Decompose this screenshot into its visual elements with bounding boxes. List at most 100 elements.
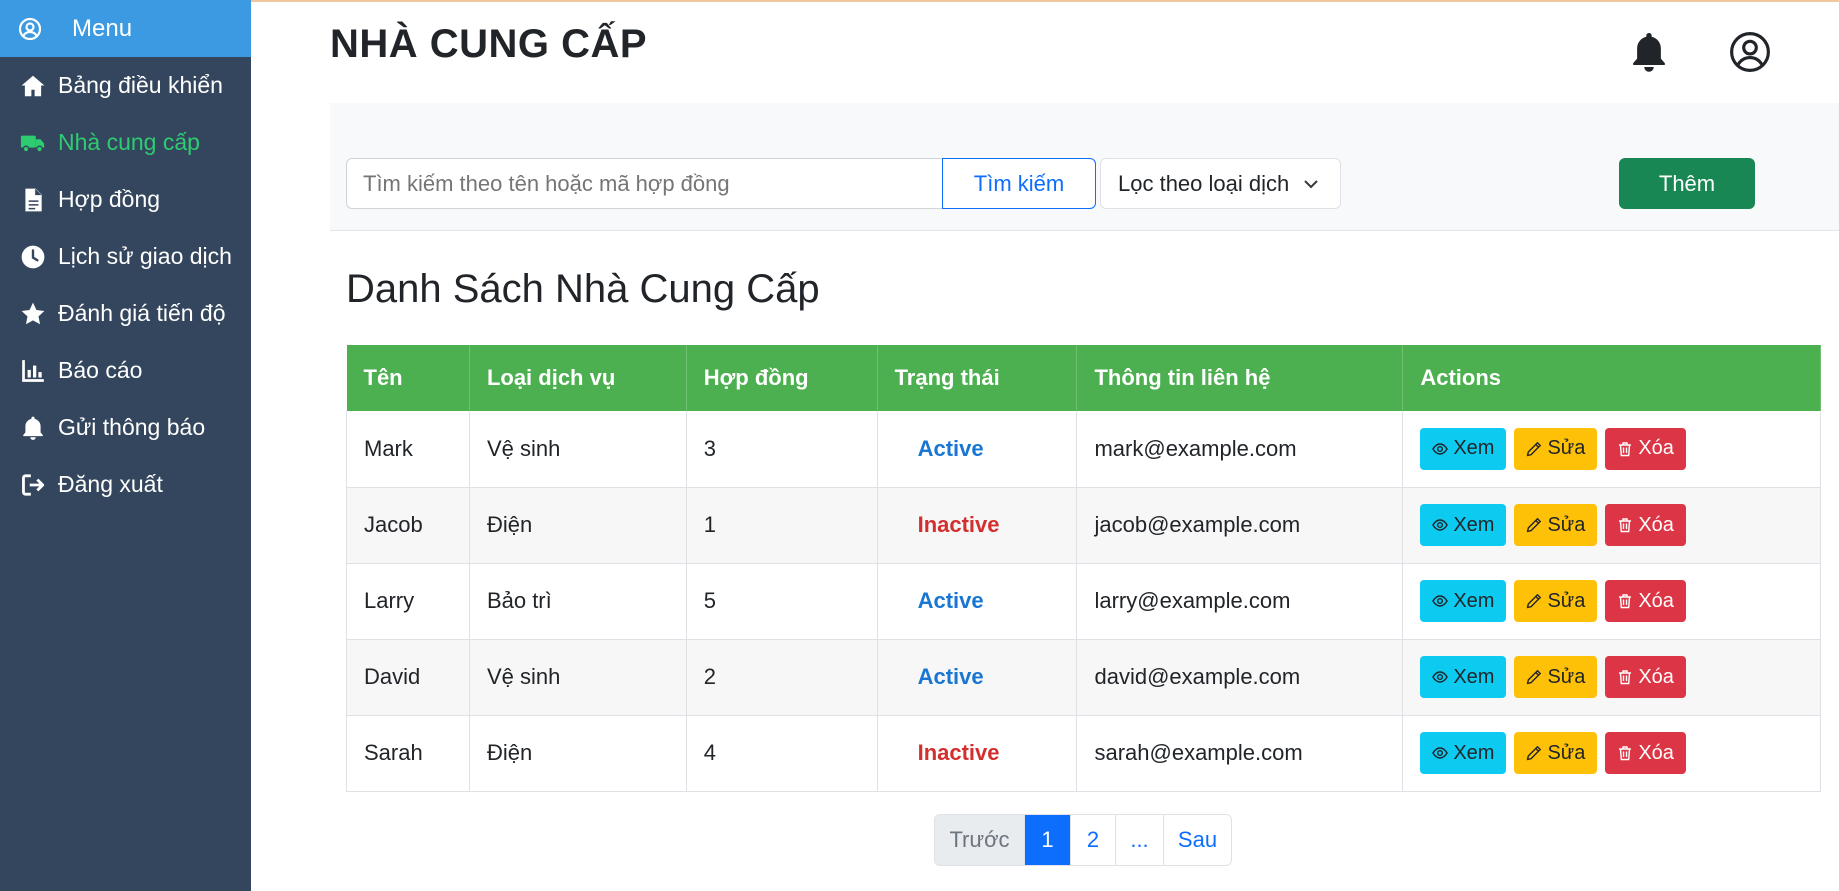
edit-label: Sửa — [1547, 437, 1586, 460]
bell-icon — [1633, 33, 1665, 72]
eye-icon — [1432, 519, 1449, 531]
service-filter-dropdown[interactable]: Lọc theo loại dịch — [1100, 158, 1341, 209]
edit-button[interactable]: Sửa — [1514, 504, 1598, 546]
truck-icon — [20, 135, 45, 153]
column-header-service[interactable]: Loại dịch vụ — [469, 345, 687, 411]
sidebar-item-label: Lịch sử giao dịch — [58, 243, 232, 269]
table-row: Mark Vệ sinh 3 Active mark@example.com Xem Sửa… — [346, 411, 1821, 488]
page-title: NHÀ CUNG CẤP — [330, 22, 648, 66]
sidebar-item-label: Gửi thông báo — [58, 414, 206, 440]
delete-button[interactable]: Xóa — [1605, 656, 1686, 698]
edit-label: Sửa — [1547, 513, 1586, 536]
bell-icon — [23, 416, 43, 440]
pagination: Trước 1 2 ... Sau — [934, 814, 1232, 866]
status-badge: Active — [877, 639, 1078, 716]
delete-button[interactable]: Xóa — [1605, 427, 1686, 470]
logout-icon — [22, 473, 45, 496]
trash-icon — [1619, 594, 1632, 609]
cell-contact: larry@example.com — [1076, 563, 1404, 640]
eye-icon — [1432, 747, 1449, 759]
sidebar-item-reports[interactable]: Báo cáo — [0, 342, 251, 399]
top-border — [251, 0, 1839, 2]
edit-label: Sửa — [1547, 665, 1586, 688]
edit-button[interactable]: Sửa — [1514, 580, 1598, 622]
sidebar-item-logout[interactable]: Đăng xuất — [0, 456, 251, 513]
status-badge: Inactive — [877, 715, 1078, 792]
cell-service: Điện — [469, 715, 687, 792]
sidebar-item-dashboard[interactable]: Bảng điều khiển — [0, 57, 251, 114]
file-icon — [25, 188, 42, 211]
user-circle-icon — [18, 17, 42, 40]
view-button[interactable]: Xem — [1420, 656, 1507, 698]
pagination-ellipsis[interactable]: ... — [1115, 815, 1163, 865]
view-button[interactable]: Xem — [1420, 427, 1507, 470]
eye-icon — [1432, 595, 1449, 607]
pagination-page-2[interactable]: 2 — [1070, 815, 1115, 865]
pencil-icon — [1527, 669, 1542, 685]
cell-name: Mark — [346, 411, 470, 488]
sidebar-item-label: Nhà cung cấp — [58, 129, 200, 155]
sidebar-item-label: Đánh giá tiến độ — [58, 300, 226, 326]
sidebar-item-suppliers[interactable]: Nhà cung cấp — [0, 114, 251, 171]
user-profile-button[interactable] — [1728, 30, 1772, 74]
table-row: Jacob Điện 1 Inactive jacob@example.com Xem Sử… — [346, 487, 1821, 564]
edit-button[interactable]: Sửa — [1514, 656, 1598, 698]
notification-bell-button[interactable] — [1627, 30, 1671, 74]
column-header-contracts[interactable]: Hợp đồng — [686, 345, 878, 411]
cell-actions: Xem Sửa Xóa — [1402, 563, 1821, 640]
status-badge: Active — [877, 563, 1078, 640]
delete-label: Xóa — [1638, 513, 1674, 536]
trash-icon — [1619, 442, 1632, 456]
cell-service: Bảo trì — [469, 563, 687, 640]
pagination-page-1[interactable]: 1 — [1024, 815, 1070, 865]
eye-icon — [1432, 443, 1449, 455]
cell-contracts: 2 — [686, 639, 878, 716]
delete-button[interactable]: Xóa — [1605, 580, 1686, 622]
sidebar: Menu Bảng điều khiển Nhà cung cấp Hợp đồ… — [0, 0, 251, 891]
table-row: Sarah Điện 4 Inactive sarah@example.com Xem Sử… — [346, 715, 1821, 792]
search-input[interactable] — [346, 158, 942, 209]
sidebar-item-contracts[interactable]: Hợp đồng — [0, 171, 251, 228]
cell-service: Vệ sinh — [469, 411, 687, 488]
view-label: Xem — [1453, 665, 1495, 688]
pencil-icon — [1527, 745, 1542, 761]
edit-button[interactable]: Sửa — [1514, 732, 1598, 774]
cell-service: Điện — [469, 487, 687, 564]
cell-contracts: 5 — [686, 563, 878, 640]
view-button[interactable]: Xem — [1420, 580, 1507, 622]
cell-actions: Xem Sửa Xóa — [1402, 411, 1821, 488]
search-button[interactable]: Tìm kiếm — [942, 158, 1096, 209]
pagination-next[interactable]: Sau — [1163, 815, 1231, 865]
cell-name: David — [346, 639, 470, 716]
delete-button[interactable]: Xóa — [1605, 732, 1686, 774]
delete-button[interactable]: Xóa — [1605, 504, 1686, 546]
cell-contact: mark@example.com — [1076, 411, 1404, 488]
column-header-name[interactable]: Tên — [346, 345, 470, 411]
table-row: David Vệ sinh 2 Active david@example.com Xem S… — [346, 639, 1821, 716]
view-button[interactable]: Xem — [1420, 504, 1507, 546]
sidebar-item-label: Báo cáo — [58, 357, 143, 383]
cell-actions: Xem Sửa Xóa — [1402, 487, 1821, 564]
clock-icon — [21, 245, 45, 268]
filter-label: Lọc theo loại dịch — [1118, 170, 1290, 196]
sidebar-item-notify[interactable]: Gửi thông báo — [0, 399, 251, 456]
cell-name: Sarah — [346, 715, 470, 792]
sidebar-item-progress[interactable]: Đánh giá tiến độ — [0, 285, 251, 342]
edit-button[interactable]: Sửa — [1514, 427, 1598, 470]
user-circle-icon — [1730, 32, 1770, 72]
cell-name: Larry — [346, 563, 470, 640]
view-label: Xem — [1453, 513, 1495, 536]
add-button[interactable]: Thêm — [1619, 158, 1755, 209]
trash-icon — [1619, 518, 1632, 533]
menu-header[interactable]: Menu — [0, 0, 251, 57]
cell-contracts: 1 — [686, 487, 878, 564]
table-header-row: Tên Loại dịch vụ Hợp đồng Trạng thái Thô… — [346, 345, 1821, 411]
column-header-status[interactable]: Trạng thái — [877, 345, 1078, 411]
column-header-contact[interactable]: Thông tin liên hệ — [1076, 345, 1404, 411]
view-label: Xem — [1453, 589, 1495, 612]
sidebar-item-history[interactable]: Lịch sử giao dịch — [0, 228, 251, 285]
pagination-prev[interactable]: Trước — [935, 815, 1024, 865]
view-button[interactable]: Xem — [1420, 732, 1507, 774]
view-label: Xem — [1453, 741, 1495, 764]
status-badge: Active — [877, 411, 1078, 488]
